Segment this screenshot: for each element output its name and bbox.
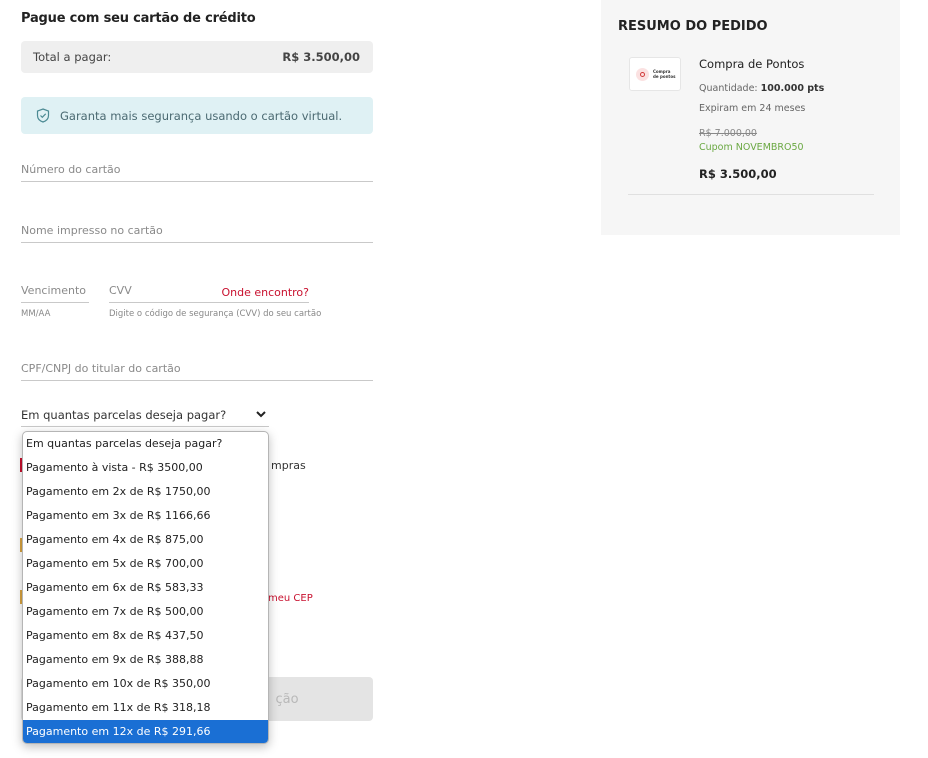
points-logo-icon [636, 67, 649, 81]
quantity-label: Quantidade: [699, 83, 758, 94]
cvv-input[interactable]: CVV Onde encontro? [109, 272, 309, 303]
cvv-placeholder: CVV [109, 284, 132, 297]
installment-option[interactable]: Pagamento em 6x de R$ 583,33 [23, 576, 268, 600]
expiry-placeholder: Vencimento [21, 284, 87, 297]
installment-option[interactable]: Pagamento em 4x de R$ 875,00 [23, 528, 268, 552]
document-placeholder: CPF/CNPJ do titular do cartão [21, 362, 181, 375]
chevron-down-icon [256, 411, 266, 418]
installment-option[interactable]: Pagamento em 7x de R$ 500,00 [23, 600, 268, 624]
total-label: Total a pagar: [33, 50, 112, 64]
installment-option[interactable]: Pagamento em 10x de R$ 350,00 [23, 672, 268, 696]
shield-check-icon [36, 108, 50, 123]
hidden-checkbox-label-fragment: mpras [271, 459, 306, 472]
security-notice-text: Garanta mais segurança usando o cartão v… [60, 108, 343, 123]
product-thumbnail-text: Compra de pontos [653, 69, 676, 79]
installment-option[interactable]: Pagamento em 5x de R$ 700,00 [23, 552, 268, 576]
installment-option[interactable]: Pagamento em 8x de R$ 437,50 [23, 624, 268, 648]
old-price: R$ 7.000,00 [699, 128, 757, 139]
installment-option[interactable]: Pagamento em 11x de R$ 318,18 [23, 696, 268, 720]
installments-select[interactable]: Em quantas parcelas deseja pagar? [21, 405, 269, 427]
cvv-where-link[interactable]: Onde encontro? [221, 286, 309, 299]
new-price: R$ 3.500,00 [699, 167, 777, 181]
cep-link-fragment[interactable]: meu CEP [268, 593, 313, 604]
installment-option[interactable]: Pagamento em 9x de R$ 388,88 [23, 648, 268, 672]
product-name: Compra de Pontos [699, 57, 805, 71]
installment-option[interactable]: Pagamento em 2x de R$ 1750,00 [23, 480, 268, 504]
card-number-placeholder: Número do cartão [21, 163, 121, 176]
expiry-helper: MM/AA [21, 309, 51, 319]
summary-title: RESUMO DO PEDIDO [618, 19, 768, 34]
product-thumbnail: Compra de pontos [629, 57, 681, 91]
expiry-input[interactable]: Vencimento [21, 272, 89, 303]
installment-option[interactable]: Pagamento em 3x de R$ 1166,66 [23, 504, 268, 528]
points-expiration: Expiram em 24 meses [699, 103, 806, 114]
product-quantity: Quantidade: 100.000 pts [699, 83, 824, 94]
submit-button-label-fragment: ção [275, 691, 299, 707]
card-name-placeholder: Nome impresso no cartão [21, 224, 163, 237]
document-input[interactable]: CPF/CNPJ do titular do cartão [21, 349, 373, 381]
installment-option[interactable]: Pagamento à vista - R$ 3500,00 [23, 456, 268, 480]
installments-dropdown-list[interactable]: Em quantas parcelas deseja pagar? Pagame… [22, 431, 269, 744]
card-name-input[interactable]: Nome impresso no cartão [21, 211, 373, 243]
installment-option-selected[interactable]: Pagamento em 12x de R$ 291,66 [23, 720, 268, 743]
summary-divider [628, 194, 874, 195]
total-value: R$ 3.500,00 [282, 50, 360, 64]
payment-heading: Pague com seu cartão de crédito [21, 11, 256, 26]
security-notice: Garanta mais segurança usando o cartão v… [21, 97, 373, 134]
cvv-helper: Digite o código de segurança (CVV) do se… [109, 309, 322, 319]
installment-option[interactable]: Em quantas parcelas deseja pagar? [23, 432, 268, 456]
coupon-applied: Cupom NOVEMBRO50 [699, 142, 804, 153]
card-number-input[interactable]: Número do cartão [21, 150, 373, 182]
quantity-value: 100.000 pts [760, 83, 825, 94]
order-summary: RESUMO DO PEDIDO Compra de pontos Compra… [601, 0, 900, 235]
installments-select-value: Em quantas parcelas deseja pagar? [21, 408, 227, 422]
total-to-pay-box: Total a pagar: R$ 3.500,00 [21, 41, 373, 73]
